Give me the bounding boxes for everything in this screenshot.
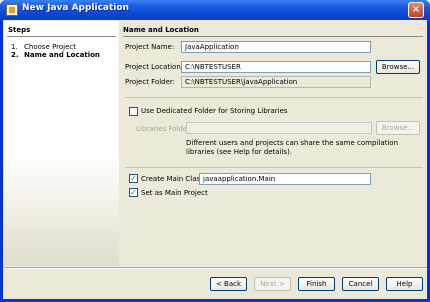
create-main-class-label[interactable]: Create Main Class: [141, 175, 204, 183]
browse-libraries-button[interactable]: Browse...: [376, 121, 420, 135]
close-button[interactable]: ×: [408, 2, 424, 18]
project-folder-field: C:\NBTESTUSER\JavaApplication: [181, 76, 371, 88]
separator: [125, 97, 423, 98]
window-title: New Java Application: [22, 3, 129, 13]
finish-button[interactable]: Finish: [298, 277, 335, 291]
libraries-note-line1: Different users and projects can share t…: [186, 139, 399, 147]
footer-separator-highlight: [3, 268, 427, 269]
browse-location-button[interactable]: Browse...: [376, 60, 420, 74]
steps-heading-rule: [7, 36, 116, 37]
create-main-class-checkbox[interactable]: ✓: [129, 174, 138, 183]
panel-heading: Name and Location: [123, 26, 199, 34]
dialog-window: New Java Application × Steps 1. Choose Pr…: [0, 0, 430, 302]
set-main-project-checkbox[interactable]: ✓: [129, 188, 138, 197]
steps-panel: Steps 1. Choose Project 2. Name and Locati…: [4, 21, 119, 266]
step-item: 1. Choose Project: [11, 43, 76, 51]
next-button[interactable]: Next >: [254, 277, 291, 291]
panel-heading-rule: [123, 36, 423, 37]
step-label: Name and Location: [24, 51, 100, 59]
step-number: 1.: [11, 43, 18, 51]
java-app-icon: [6, 4, 18, 16]
name-location-panel: Name and Location Project Name: JavaAppl…: [120, 21, 426, 266]
step-label: Choose Project: [24, 43, 77, 51]
project-location-input[interactable]: C:\NBTESTUSER: [181, 61, 371, 73]
project-folder-label: Project Folder:: [125, 78, 176, 86]
dedicated-folder-checkbox[interactable]: [129, 107, 138, 116]
dialog-client: Steps 1. Choose Project 2. Name and Locati…: [3, 20, 427, 299]
project-location-label: Project Location:: [125, 63, 184, 71]
back-button[interactable]: < Back: [210, 277, 247, 291]
step-item-current: 2. Name and Location: [11, 51, 100, 59]
libraries-folder-label: Libraries Folder:: [136, 125, 193, 133]
separator: [125, 167, 423, 168]
step-number: 2.: [11, 51, 19, 59]
title-bar[interactable]: New Java Application ×: [0, 0, 430, 20]
libraries-folder-input[interactable]: [186, 122, 372, 134]
project-name-input[interactable]: JavaApplication: [181, 41, 371, 53]
libraries-note-line2: libraries (see Help for details).: [186, 148, 293, 156]
help-button[interactable]: Help: [386, 277, 423, 291]
dedicated-folder-label[interactable]: Use Dedicated Folder for Storing Librari…: [141, 107, 288, 115]
main-class-input[interactable]: javaapplication.Main: [199, 173, 371, 185]
project-name-label: Project Name:: [125, 43, 175, 51]
cancel-button[interactable]: Cancel: [342, 277, 379, 291]
set-main-project-label[interactable]: Set as Main Project: [141, 189, 208, 197]
steps-heading: Steps: [8, 26, 31, 34]
